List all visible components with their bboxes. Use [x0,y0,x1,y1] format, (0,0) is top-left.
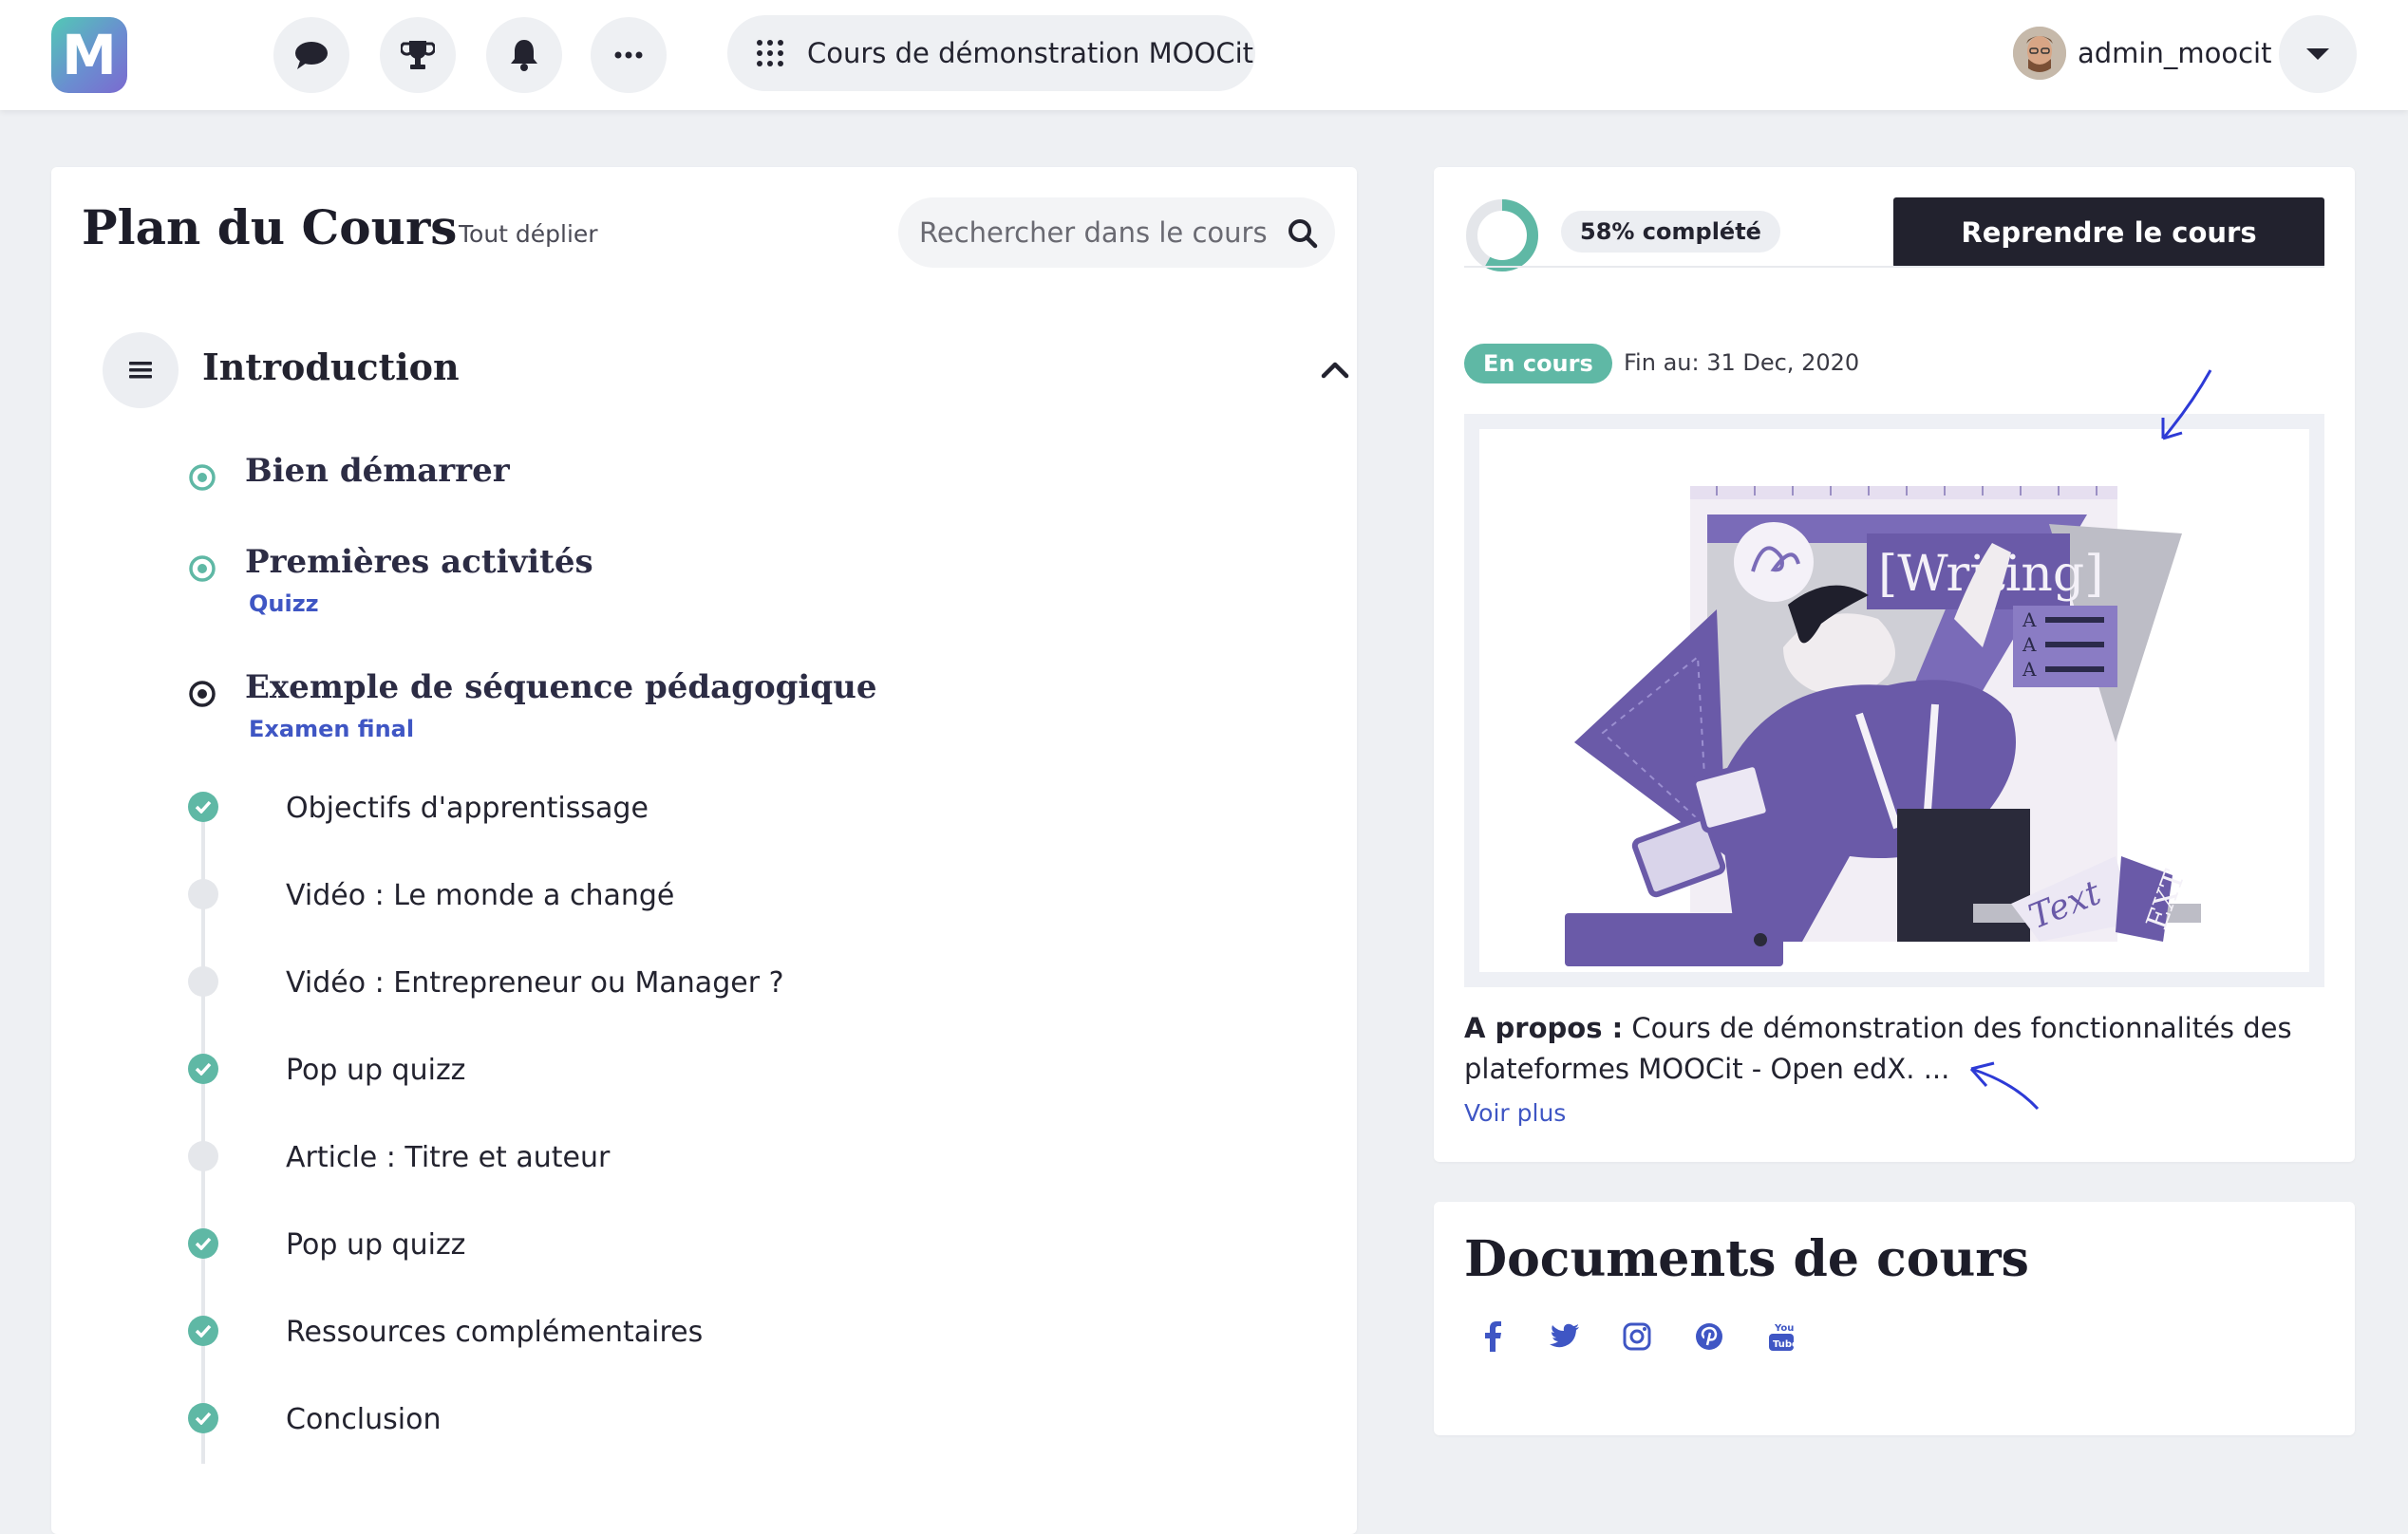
course-banner: [Writing] A A A [1464,414,2324,987]
check-icon [188,1316,218,1346]
avatar [2013,27,2066,80]
current-dot-icon [189,681,216,707]
subsection-tag: Examen final [249,716,415,742]
grid-icon [757,40,783,66]
svg-text:A: A [2022,658,2037,681]
unit-label: Objectifs d'apprentissage [286,792,649,825]
subsection-title: Bien démarrer [245,452,510,490]
svg-text:You: You [1774,1323,1794,1334]
status-badge: En cours [1464,344,1612,384]
check-icon [188,1054,218,1084]
trophy-icon [401,41,435,69]
section-icon [103,332,179,408]
divider [1464,266,2324,268]
moocit-logo[interactable]: M [51,17,127,93]
section-title: Introduction [202,346,460,388]
twitter-icon[interactable] [1548,1319,1582,1354]
expand-all-link[interactable]: Tout déplier [459,220,598,248]
course-outline-card: Plan du Cours Tout déplier Introduction … [51,167,1357,1534]
documents-title: Documents de cours [1464,1230,2029,1288]
course-documents-card: Documents de cours You Tube [1434,1202,2355,1435]
annotation-arrow-icon [1969,1061,2040,1111]
course-search [898,197,1335,268]
progress-button[interactable] [380,17,456,93]
unit-label: Article : Titre et auteur [286,1141,611,1174]
annotation-arrow-icon [2161,369,2212,440]
pending-dot-icon [188,879,218,909]
pending-dot-icon [188,966,218,997]
check-icon [188,1403,218,1433]
check-icon [188,1228,218,1259]
pending-dot-icon [188,1141,218,1171]
user-dropdown-button[interactable] [2279,15,2357,93]
more-button[interactable] [591,17,667,93]
subsection-title: Exemple de séquence pédagogique [245,668,877,706]
more-icon [614,51,643,59]
about-label: A propos : [1464,1012,1624,1044]
top-header: M Cours de démonstration MOOCit admin_mo… [0,0,2408,110]
progress-ring [1466,199,1538,271]
end-date: Fin au: 31 Dec, 2020 [1624,349,1860,376]
unit-label: Ressources complémentaires [286,1316,704,1349]
search-input[interactable] [917,215,1272,250]
chat-icon [295,42,328,69]
section-introduction[interactable]: Introduction [103,332,1349,408]
username: admin_moocit [2078,37,2272,69]
unit-label: Conclusion [286,1403,442,1436]
unit-label: Pop up quizz [286,1054,466,1087]
user-menu[interactable]: admin_moocit [2013,25,2271,82]
facebook-icon[interactable] [1476,1319,1510,1354]
social-links: You Tube [1476,1319,1798,1354]
instagram-icon[interactable] [1620,1319,1654,1354]
check-icon [188,792,218,822]
in-progress-dot-icon [189,555,216,582]
pinterest-icon[interactable] [1692,1319,1726,1354]
unit-label: Vidéo : Le monde a changé [286,879,675,912]
progress-badge: 58% complété [1561,211,1780,253]
svg-text:A: A [2022,608,2037,631]
resume-course-button[interactable]: Reprendre le cours [1893,197,2324,268]
notifications-button[interactable] [486,17,562,93]
writing-illustration: [Writing] A A A [1565,486,2201,966]
course-name: Cours de démonstration MOOCit [807,37,1254,69]
chevron-down-icon [2306,48,2329,60]
menu-icon [129,362,152,379]
chevron-up-icon[interactable] [1318,353,1352,387]
course-info-card: 58% complété Reprendre le cours En cours… [1434,167,2355,1162]
subsection-tag: Quizz [249,590,319,617]
youtube-icon[interactable]: You Tube [1764,1319,1798,1354]
outline-title: Plan du Cours [82,199,458,255]
discussion-button[interactable] [273,17,349,93]
unit-label: Vidéo : Entrepreneur ou Manager ? [286,966,784,1000]
search-icon[interactable] [1288,218,1318,249]
unit-label: Pop up quizz [286,1228,466,1262]
bell-icon [511,40,537,71]
svg-text:Tube: Tube [1773,1339,1796,1350]
in-progress-dot-icon [189,464,216,491]
svg-text:A: A [2022,633,2037,656]
course-about: A propos : Cours de démonstration des fo… [1464,1008,2300,1090]
course-selector[interactable]: Cours de démonstration MOOCit [727,15,1255,91]
subsection-title: Premières activités [245,543,593,581]
see-more-link[interactable]: Voir plus [1464,1099,1566,1127]
